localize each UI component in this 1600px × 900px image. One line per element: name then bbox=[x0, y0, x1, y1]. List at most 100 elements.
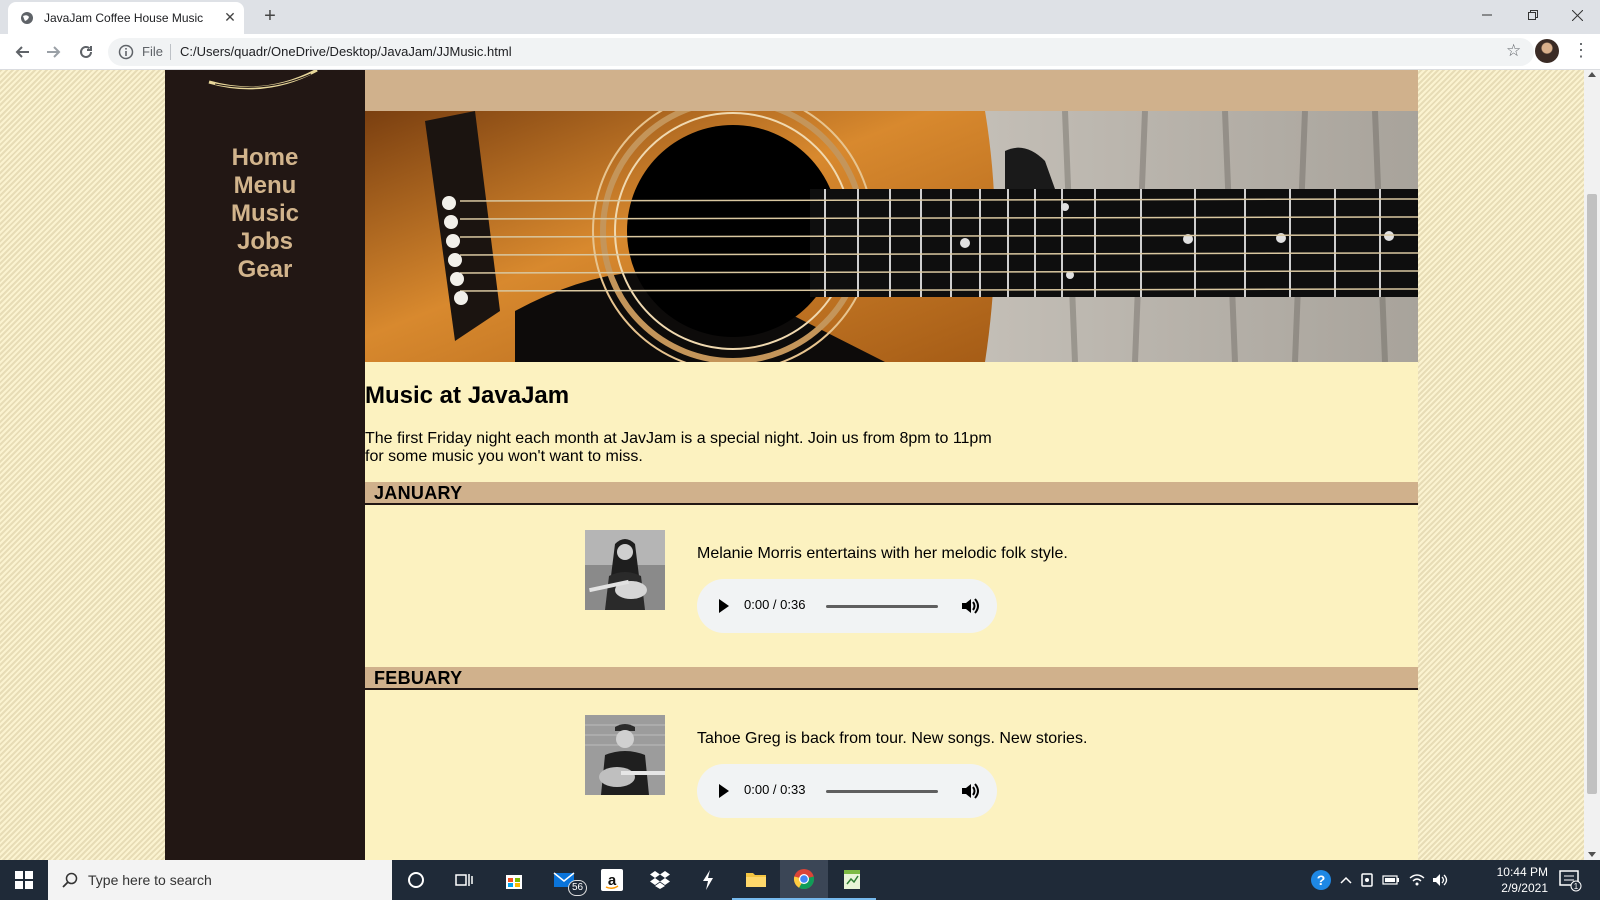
new-tab-button[interactable]: + bbox=[258, 6, 282, 28]
forward-button[interactable] bbox=[42, 40, 66, 64]
nav-link-music[interactable]: Music bbox=[165, 200, 365, 228]
audio-time-february: 0:00 / 0:33 bbox=[744, 782, 806, 797]
volume-tray-icon[interactable] bbox=[1432, 860, 1450, 900]
guitarist-image bbox=[585, 715, 665, 795]
chrome-icon bbox=[793, 869, 815, 890]
network-tray-icon[interactable] bbox=[1408, 860, 1426, 900]
search-icon bbox=[62, 872, 78, 888]
browser-toolbar: File C:/Users/quadr/OneDrive/Desktop/Jav… bbox=[0, 34, 1600, 70]
forward-arrow-icon bbox=[47, 46, 61, 58]
cortana-circle-icon bbox=[408, 872, 424, 888]
help-tray-button[interactable]: ? bbox=[1310, 860, 1332, 900]
device-tray-icon[interactable] bbox=[1360, 860, 1374, 900]
page-wrapper: Home Menu Music Jobs Gear Music at JavaJ… bbox=[165, 70, 1418, 860]
main-content: Music at JavaJam The first Friday night … bbox=[365, 70, 1418, 860]
show-hidden-icons-button[interactable] bbox=[1340, 860, 1352, 900]
folder-icon bbox=[746, 873, 766, 887]
lightning-bolt-icon bbox=[703, 870, 713, 890]
task-view-icon bbox=[455, 874, 473, 886]
profile-avatar[interactable] bbox=[1535, 39, 1559, 63]
nav-link-home[interactable]: Home bbox=[165, 144, 365, 172]
audio-player-january[interactable]: 0:00 / 0:36 bbox=[697, 579, 997, 633]
minimize-icon bbox=[1482, 14, 1492, 16]
performer-photo-tahoe-greg bbox=[585, 715, 665, 795]
menu-kebab-icon[interactable]: ⋮ bbox=[1572, 41, 1590, 59]
play-icon[interactable] bbox=[719, 784, 729, 798]
tab-title: JavaJam Coffee House Music bbox=[44, 11, 204, 25]
minimize-button[interactable] bbox=[1464, 0, 1510, 30]
mail-app-button[interactable]: 56 bbox=[540, 860, 588, 900]
audio-progress-track[interactable] bbox=[826, 605, 938, 608]
help-question-icon: ? bbox=[1311, 870, 1331, 890]
url-scheme-label: File bbox=[142, 44, 163, 59]
nav-link-jobs[interactable]: Jobs bbox=[165, 228, 365, 256]
folk-singer-image bbox=[585, 530, 665, 610]
wifi-icon bbox=[1409, 874, 1425, 886]
scroll-up-arrow-icon[interactable] bbox=[1588, 72, 1596, 77]
winamp-app-button[interactable] bbox=[684, 860, 732, 900]
action-center-notification-icon[interactable]: 1 bbox=[1558, 868, 1582, 892]
bookmark-star-icon[interactable]: ☆ bbox=[1506, 41, 1521, 61]
back-button[interactable] bbox=[10, 40, 34, 64]
url-text[interactable]: C:/Users/quadr/OneDrive/Desktop/JavaJam/… bbox=[180, 44, 512, 59]
intro-line-1: The first Friday night each month at Jav… bbox=[365, 430, 992, 447]
start-button[interactable] bbox=[0, 860, 48, 900]
volume-icon[interactable] bbox=[960, 596, 980, 616]
svg-text:?: ? bbox=[1317, 872, 1326, 888]
notepad-icon bbox=[844, 870, 860, 889]
back-arrow-icon bbox=[15, 46, 29, 58]
close-icon bbox=[1571, 9, 1583, 21]
logo-swoosh bbox=[208, 70, 318, 90]
month-heading-february: FEBUARY bbox=[365, 667, 1418, 690]
reload-icon bbox=[80, 45, 92, 58]
chevron-up-icon bbox=[1340, 876, 1352, 884]
page-viewport: Home Menu Music Jobs Gear Music at JavaJ… bbox=[0, 70, 1584, 860]
scroll-thumb[interactable] bbox=[1587, 194, 1597, 794]
close-tab-icon[interactable]: ✕ bbox=[222, 9, 238, 25]
address-bar[interactable]: File C:/Users/quadr/OneDrive/Desktop/Jav… bbox=[108, 38, 1534, 66]
mail-unread-badge: 56 bbox=[568, 880, 588, 896]
hero-guitar-image bbox=[365, 111, 1418, 362]
browser-tab[interactable]: JavaJam Coffee House Music ✕ bbox=[8, 2, 244, 34]
battery-icon bbox=[1382, 875, 1399, 885]
chrome-app-button[interactable] bbox=[780, 860, 828, 900]
microsoft-store-icon bbox=[506, 875, 522, 889]
tab-strip: JavaJam Coffee House Music ✕ + bbox=[0, 0, 1600, 34]
system-clock[interactable]: 10:44 PM 2/9/2021 bbox=[1478, 864, 1548, 896]
performer-description-january: Melanie Morris entertains with her melod… bbox=[697, 545, 1068, 562]
speaker-icon bbox=[1433, 874, 1448, 886]
restore-button[interactable] bbox=[1510, 0, 1556, 30]
close-window-button[interactable] bbox=[1554, 0, 1600, 30]
scroll-down-arrow-icon[interactable] bbox=[1588, 852, 1596, 857]
intro-line-2: for some music you won't want to miss. bbox=[365, 448, 643, 465]
store-app-button[interactable] bbox=[490, 860, 538, 900]
file-explorer-button[interactable] bbox=[732, 860, 780, 900]
svg-text:a: a bbox=[608, 872, 617, 889]
performer-photo-melanie bbox=[585, 530, 665, 610]
clock-date: 2/9/2021 bbox=[1501, 881, 1548, 895]
notepad-app-button[interactable] bbox=[828, 860, 876, 900]
amazon-app-button[interactable]: a bbox=[588, 860, 636, 900]
reload-button[interactable] bbox=[74, 40, 98, 64]
play-icon[interactable] bbox=[719, 599, 729, 613]
windows-taskbar: Type here to search 56 a ? 10:44 PM 2/9/… bbox=[0, 860, 1600, 900]
info-icon[interactable] bbox=[118, 44, 134, 60]
volume-icon[interactable] bbox=[960, 781, 980, 801]
amazon-icon: a bbox=[601, 869, 623, 891]
task-view-button[interactable] bbox=[440, 860, 488, 900]
sidebar: Home Menu Music Jobs Gear bbox=[165, 70, 365, 860]
main-nav: Home Menu Music Jobs Gear bbox=[165, 144, 365, 284]
taskbar-search-box[interactable]: Type here to search bbox=[48, 860, 392, 900]
cortana-button[interactable] bbox=[392, 860, 440, 900]
audio-player-february[interactable]: 0:00 / 0:33 bbox=[697, 764, 997, 818]
omnibox-divider bbox=[170, 44, 171, 60]
battery-tray-icon[interactable] bbox=[1382, 860, 1400, 900]
nav-link-gear[interactable]: Gear bbox=[165, 256, 365, 284]
vertical-scrollbar[interactable] bbox=[1584, 70, 1600, 860]
nav-link-menu[interactable]: Menu bbox=[165, 172, 365, 200]
clock-time: 10:44 PM bbox=[1496, 865, 1548, 879]
dropbox-app-button[interactable] bbox=[636, 860, 684, 900]
audio-time-january: 0:00 / 0:36 bbox=[744, 597, 806, 612]
audio-progress-track[interactable] bbox=[826, 790, 938, 793]
windows-logo-icon bbox=[15, 871, 33, 889]
